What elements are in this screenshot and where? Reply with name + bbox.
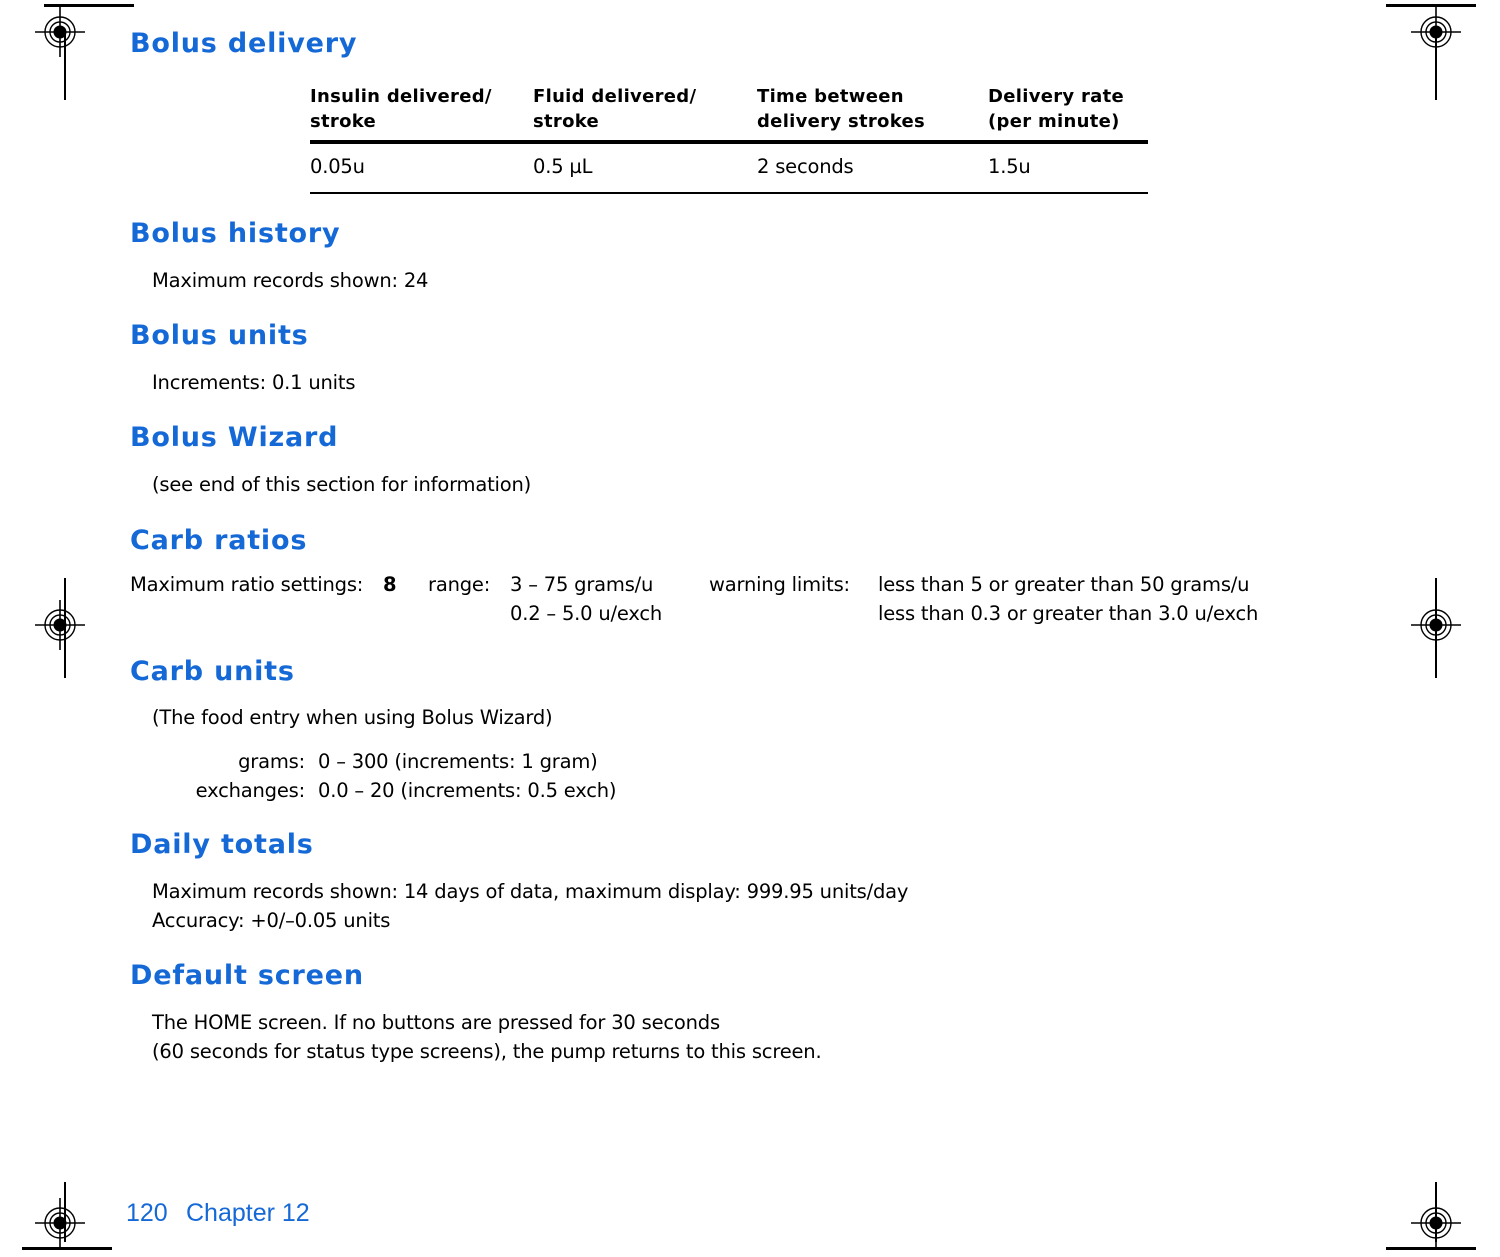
table-cell-time-between: 2 seconds bbox=[757, 155, 854, 178]
trim-line-right-upper bbox=[1435, 30, 1437, 100]
bolus-units-line-1: Increments: 0.1 units bbox=[152, 371, 356, 394]
carb-ratios-range-value-1: 3 – 75 grams/u bbox=[510, 573, 654, 596]
carb-ratios-warning-limit-2: less than 0.3 or greater than 3.0 u/exch bbox=[878, 602, 1259, 625]
trim-line-right-lower bbox=[1435, 1182, 1437, 1242]
table-cell-insulin-delivered: 0.05u bbox=[310, 155, 365, 178]
carb-units-grams-label: grams: bbox=[238, 750, 305, 773]
heading-bolus-units: Bolus units bbox=[130, 320, 309, 351]
daily-totals-line-1: Maximum records shown: 14 days of data, … bbox=[152, 880, 909, 903]
registration-mark-bottom-left bbox=[35, 1198, 85, 1248]
footer-chapter-label: Chapter 12 bbox=[186, 1199, 310, 1227]
trim-line-bottom-left bbox=[22, 1247, 112, 1250]
trim-line-left-mid bbox=[64, 578, 66, 678]
trim-line-bottom-right bbox=[1386, 1247, 1476, 1250]
footer-page-number: 120 bbox=[126, 1199, 168, 1227]
trim-line-left-upper bbox=[64, 30, 66, 100]
heading-bolus-history: Bolus history bbox=[130, 218, 341, 249]
table-column-header-fluid-delivered: Fluid delivered/ stroke bbox=[533, 86, 697, 132]
carb-ratios-max-settings-label: Maximum ratio settings: bbox=[130, 573, 364, 596]
default-screen-line-2: (60 seconds for status type screens), th… bbox=[152, 1040, 822, 1063]
trim-line-left-lower bbox=[64, 1182, 66, 1242]
table-column-header-delivery-rate: Delivery rate (per minute) bbox=[988, 86, 1125, 132]
heading-carb-units: Carb units bbox=[130, 656, 295, 687]
bolus-history-line-1: Maximum records shown: 24 bbox=[152, 269, 429, 292]
carb-units-exchanges-label: exchanges: bbox=[195, 779, 306, 802]
default-screen-line-1: The HOME screen. If no buttons are press… bbox=[152, 1011, 720, 1034]
heading-daily-totals: Daily totals bbox=[130, 829, 314, 860]
registration-mark-middle-left bbox=[35, 600, 85, 650]
table-rule-top bbox=[310, 140, 1148, 144]
carb-units-note: (The food entry when using Bolus Wizard) bbox=[152, 706, 553, 729]
table-cell-fluid-delivered: 0.5 µL bbox=[533, 155, 593, 178]
trim-line-right-mid bbox=[1435, 578, 1437, 678]
table-rule-bottom bbox=[310, 192, 1148, 194]
daily-totals-line-2: Accuracy: +0/–0.05 units bbox=[152, 909, 391, 932]
carb-ratios-warning-limits-label: warning limits: bbox=[709, 573, 850, 596]
trim-line-top-left bbox=[44, 4, 134, 7]
heading-carb-ratios: Carb ratios bbox=[130, 525, 308, 556]
carb-ratios-range-value-2: 0.2 – 5.0 u/exch bbox=[510, 602, 663, 625]
carb-ratios-range-label: range: bbox=[428, 573, 491, 596]
heading-default-screen: Default screen bbox=[130, 960, 364, 991]
table-cell-delivery-rate: 1.5u bbox=[988, 155, 1031, 178]
trim-line-top-right bbox=[1386, 4, 1476, 7]
carb-ratios-max-settings-value: 8 bbox=[383, 573, 397, 596]
carb-units-grams-value: 0 – 300 (increments: 1 gram) bbox=[318, 750, 598, 773]
table-column-header-insulin-delivered: Insulin delivered/ stroke bbox=[310, 86, 492, 132]
table-column-header-time-between: Time between delivery strokes bbox=[757, 86, 926, 132]
bolus-wizard-line-1: (see end of this section for information… bbox=[152, 473, 532, 496]
heading-bolus-wizard: Bolus Wizard bbox=[130, 422, 339, 453]
heading-bolus-delivery: Bolus delivery bbox=[130, 28, 358, 59]
carb-units-exchanges-value: 0.0 – 20 (increments: 0.5 exch) bbox=[318, 779, 617, 802]
carb-ratios-warning-limit-1: less than 5 or greater than 50 grams/u bbox=[878, 573, 1250, 596]
registration-mark-top-left bbox=[35, 7, 85, 57]
document-page: Bolus delivery Insulin delivered/ stroke… bbox=[0, 0, 1500, 1257]
